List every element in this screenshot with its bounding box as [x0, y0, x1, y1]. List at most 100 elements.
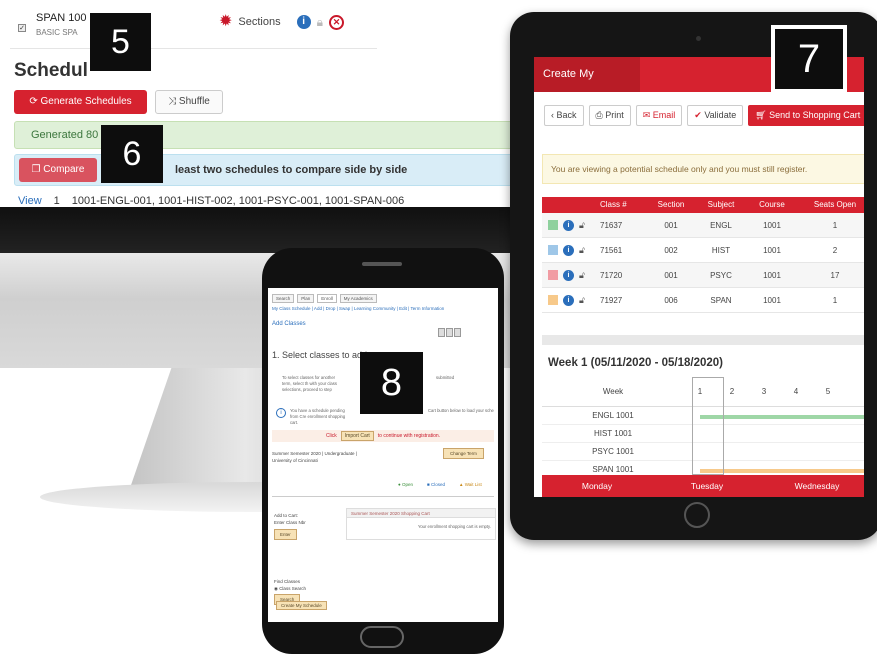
pending-schedule-text: You have a schedule pending from Cre enr… — [290, 408, 346, 425]
back-label: Back — [556, 110, 577, 120]
schedule-number: 1 — [53, 195, 60, 207]
day-label: Tuesday — [690, 481, 724, 491]
change-term-button[interactable]: Change Term — [443, 448, 484, 459]
tablet-home-button — [684, 502, 710, 528]
table-footer-bar — [542, 335, 864, 345]
table-header: Class # Section Subject Course Seats Ope… — [542, 197, 864, 213]
compare-button[interactable]: ❐ Compare — [19, 158, 97, 182]
course-description: BASIC SPA — [36, 28, 78, 37]
cell-section: 006 — [664, 295, 678, 305]
course-row: ✓ SPAN 100 BASIC SPA ✹ Sections i 🔒︎ ✕ — [14, 10, 374, 40]
table-row[interactable]: i 🔓︎ 71720 001 PSYC 1001 17 — [542, 263, 864, 288]
info-icon[interactable]: i — [563, 294, 574, 306]
step-marker-6: 6 — [101, 125, 163, 183]
course-bar — [700, 469, 864, 473]
compare-banner: ❐ Compare least two schedules to compare… — [14, 154, 514, 186]
remove-icon[interactable]: ✕ — [329, 14, 344, 30]
info-icon[interactable]: i — [563, 219, 574, 231]
phone-device: Search Plan Enroll My Academics My Class… — [262, 248, 504, 654]
color-swatch — [548, 245, 558, 255]
generate-schedules-button[interactable]: ⟳ Generate Schedules — [14, 90, 147, 114]
week-day[interactable]: 3 — [748, 387, 780, 396]
info-icon[interactable]: i — [563, 244, 574, 256]
shuffle-button[interactable]: ⤨ Shuffle — [155, 90, 223, 114]
cell-seats: 1 — [832, 295, 838, 305]
envelope-icon: ✉ — [642, 110, 653, 120]
legend-closed: ■ Closed — [426, 482, 445, 487]
phone-home-button — [360, 626, 404, 648]
col-course: Course — [759, 200, 785, 209]
click-prefix: Click — [325, 433, 337, 439]
course-checkbox[interactable]: ✓ — [18, 24, 26, 32]
generate-label: Generate Schedules — [40, 96, 132, 107]
lock-icon[interactable]: 🔓︎ — [579, 220, 585, 231]
table-row[interactable]: i 🔓︎ 71927 006 SPAN 1001 1 — [542, 288, 864, 313]
cell-seats: 1 — [832, 220, 838, 230]
validate-button[interactable]: ✔ Validate — [687, 105, 744, 126]
add-to-cart-section: Add to Cart: Enter Class Nbr Enter — [274, 512, 306, 540]
week-day[interactable]: 4 — [780, 387, 812, 396]
col-section: Section — [657, 200, 685, 209]
shuffle-icon: ⤨ — [168, 96, 179, 107]
pending-schedule-text-right: Cart button below to load your sche — [428, 408, 494, 413]
tab-search[interactable]: Search — [272, 294, 295, 303]
cell-section: 001 — [664, 270, 678, 280]
create-my-schedule-button[interactable]: Create My Schedule — [276, 601, 327, 610]
tablet-toolbar: ‹ Back ⎙ Print ✉ Email ✔ Validate 🛒︎ Sen… — [544, 105, 864, 126]
sections-control: ✹ Sections i 🔒︎ ✕ — [219, 14, 344, 30]
week-day[interactable]: 5 — [812, 387, 844, 396]
lock-icon[interactable]: 🔓︎ — [579, 270, 585, 281]
back-button[interactable]: ‹ Back — [544, 105, 584, 126]
calendar-course: ENGL 1001 — [592, 411, 634, 420]
cell-course: 1001 — [763, 220, 781, 230]
print-label: Print — [605, 110, 624, 120]
shuffle-label: Shuffle — [178, 96, 210, 107]
step-marker-8: 8 — [360, 352, 423, 414]
day-label: Wednesday — [794, 481, 840, 491]
cell-subject: ENGL — [710, 220, 732, 230]
sub-navigation[interactable]: My Class Schedule | Add | Drop | Swap | … — [272, 306, 444, 311]
view-link[interactable]: View — [18, 195, 42, 207]
tablet-screen: Create My Schedule ‹ Back ⎙ Print ✉ Emai… — [534, 57, 864, 497]
cell-course: 1001 — [763, 295, 781, 305]
tab-enroll[interactable]: Enroll — [317, 294, 337, 303]
info-icon[interactable]: i — [296, 15, 311, 29]
cell-subject: HIST — [711, 245, 731, 255]
divider — [10, 48, 377, 49]
send-to-cart-button[interactable]: 🛒︎ Send to Shopping Cart — [748, 105, 864, 126]
class-search-radio[interactable]: ◉ Class Search — [274, 585, 306, 592]
tab-plan[interactable]: Plan — [297, 294, 315, 303]
schedule-notice: You are viewing a potential schedule onl… — [542, 154, 864, 184]
cell-class: 71637 — [600, 220, 623, 230]
week-title: Week 1 (05/11/2020 - 05/18/2020) — [548, 357, 723, 369]
compare-label: Compare — [43, 164, 85, 175]
import-cart-bar: Click Import Cart to continue with regis… — [272, 430, 494, 442]
info-icon[interactable]: i — [563, 269, 574, 281]
create-schedule-tab[interactable]: Create My Schedule — [534, 57, 640, 115]
add-to-cart-label: Add to Cart: — [274, 513, 299, 518]
col-class: Class # — [600, 200, 627, 209]
enter-class-nbr-label: Enter Class Nbr — [274, 520, 306, 525]
cell-class: 71927 — [600, 295, 623, 305]
enter-button[interactable]: Enter — [274, 529, 297, 540]
import-cart-button[interactable]: Import Cart — [340, 431, 374, 441]
refresh-icon: ⟳ — [29, 96, 41, 107]
cell-course: 1001 — [763, 245, 781, 255]
compare-hint: least two schedules to compare side by s… — [175, 164, 408, 176]
calendar-course: PSYC 1001 — [592, 447, 634, 456]
add-classes-heading: Add Classes — [272, 321, 306, 327]
table-row[interactable]: i 🔓︎ 71561 002 HIST 1001 2 — [542, 238, 864, 263]
cell-seats: 17 — [830, 270, 840, 280]
day-header-bar: Monday Tuesday Wednesday — [542, 475, 864, 497]
gear-icon[interactable]: ✹ — [219, 14, 232, 30]
tab-my-academics[interactable]: My Academics — [339, 294, 377, 303]
table-row[interactable]: i 🔓︎ 71637 001 ENGL 1001 1 — [542, 213, 864, 238]
table-body: i 🔓︎ 71637 001 ENGL 1001 1 i 🔓︎ 71561 002 … — [542, 213, 864, 313]
sections-label[interactable]: Sections — [238, 16, 280, 28]
email-button[interactable]: ✉ Email — [635, 105, 683, 126]
lock-icon[interactable]: 🔓︎ — [579, 245, 585, 256]
lock-icon[interactable]: 🔒︎ — [317, 15, 323, 30]
info-icon: i — [276, 408, 286, 418]
lock-icon[interactable]: 🔓︎ — [579, 295, 585, 306]
print-button[interactable]: ⎙ Print — [588, 105, 631, 126]
